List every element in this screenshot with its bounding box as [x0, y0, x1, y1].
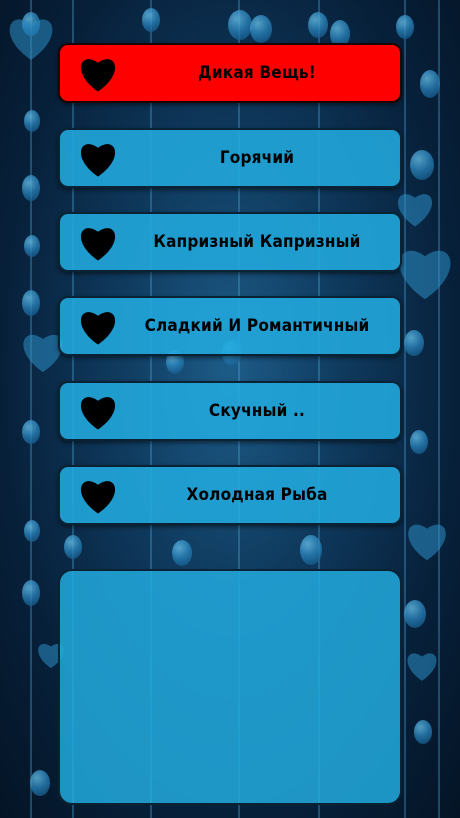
option-button-2[interactable]: Капризный Капризный [58, 212, 402, 272]
heart-icon [80, 481, 116, 514]
heart-icon [80, 144, 116, 177]
option-label: Холодная Рыба [186, 485, 328, 505]
option-label: Дикая Вещь! [198, 63, 316, 83]
option-label: Скучный .. [208, 401, 306, 421]
option-label: Капризный Капризный [153, 232, 361, 252]
option-label: Горячий [219, 148, 295, 168]
option-label: Сладкий И Романтичный [144, 316, 370, 336]
heart-icon [80, 312, 116, 345]
result-panel [58, 569, 402, 805]
heart-icon [80, 397, 116, 430]
option-button-0[interactable]: Дикая Вещь! [58, 43, 402, 103]
option-button-4[interactable]: Скучный .. [58, 381, 402, 441]
option-button-3[interactable]: Сладкий И Романтичный [58, 296, 402, 356]
option-button-1[interactable]: Горячий [58, 128, 402, 188]
heart-icon [80, 59, 116, 92]
option-button-5[interactable]: Холодная Рыба [58, 465, 402, 525]
heart-icon [80, 228, 116, 261]
